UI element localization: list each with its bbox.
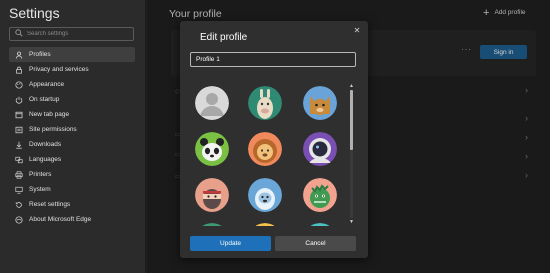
avatar-default-person[interactable] [195,86,229,120]
download-icon [14,140,23,149]
site-permissions-icon [14,125,23,134]
sidebar-item-label: Appearance [29,81,65,88]
avatar-lion[interactable] [248,132,282,166]
sidebar-item-privacy[interactable]: Privacy and services [9,62,135,77]
reset-icon [14,200,23,209]
sidebar-item-label: About Microsoft Edge [29,216,92,223]
avatar-ninja[interactable] [195,178,229,212]
scroll-track[interactable] [350,90,353,218]
search-input[interactable] [27,31,127,37]
scroll-thumb[interactable] [350,90,353,150]
settings-sidebar: Settings Profiles Privacy and services A… [0,0,146,273]
sidebar-item-label: Downloads [29,141,62,148]
avatar-yeti[interactable] [248,178,282,212]
edge-icon [14,215,23,224]
languages-icon [14,155,23,164]
sidebar-item-label: Profiles [29,51,51,58]
sidebar-title: Settings [9,5,60,21]
sidebar-item-languages[interactable]: Languages [9,152,135,167]
scroll-down-arrow-icon[interactable]: ▼ [348,219,355,225]
avatar-scrollbar[interactable]: ▲ ▼ [348,83,355,225]
sidebar-item-label: Privacy and services [29,66,89,73]
avatar-partial[interactable] [248,223,282,226]
avatar-dinosaur[interactable] [303,178,337,212]
avatar-partial[interactable] [195,223,229,226]
paint-icon [14,80,23,89]
power-icon [14,95,23,104]
person-icon [14,50,23,59]
cancel-button[interactable]: Cancel [275,236,356,251]
lock-icon [14,65,23,74]
scroll-up-arrow-icon[interactable]: ▲ [348,83,355,89]
settings-nav: Profiles Privacy and services Appearance… [9,47,135,227]
sidebar-item-label: Printers [29,171,52,178]
printer-icon [14,170,23,179]
avatar-astronaut[interactable] [303,132,337,166]
sidebar-item-system[interactable]: System [9,182,135,197]
sidebar-item-label: On startup [29,96,60,103]
sidebar-item-site-permissions[interactable]: Site permissions [9,122,135,137]
avatar-grid [180,83,350,226]
sidebar-item-label: Site permissions [29,126,77,133]
edit-profile-dialog: Edit profile ✕ Profile 1 ▲ ▼ Update Canc… [180,21,368,258]
profile-name-input[interactable] [190,52,356,67]
avatar-panda[interactable] [195,132,229,166]
close-icon[interactable]: ✕ [352,25,362,35]
update-button[interactable]: Update [190,236,271,251]
sidebar-item-about[interactable]: About Microsoft Edge [9,212,135,227]
sidebar-item-reset[interactable]: Reset settings [9,197,135,212]
search-icon [15,29,23,39]
system-icon [14,185,23,194]
sidebar-item-appearance[interactable]: Appearance [9,77,135,92]
sidebar-item-downloads[interactable]: Downloads [9,137,135,152]
sidebar-item-new-tab[interactable]: New tab page [9,107,135,122]
sidebar-item-label: Reset settings [29,201,71,208]
avatar-llama[interactable] [248,86,282,120]
search-box[interactable] [9,27,134,41]
avatar-cat[interactable] [303,86,337,120]
sidebar-item-profiles[interactable]: Profiles [9,47,135,62]
sidebar-item-label: Languages [29,156,62,163]
sidebar-item-startup[interactable]: On startup [9,92,135,107]
sidebar-item-label: System [29,186,51,193]
sidebar-item-label: New tab page [29,111,70,118]
avatar-partial[interactable] [303,223,337,226]
dialog-title: Edit profile [200,32,248,43]
new-tab-icon [14,110,23,119]
sidebar-item-printers[interactable]: Printers [9,167,135,182]
